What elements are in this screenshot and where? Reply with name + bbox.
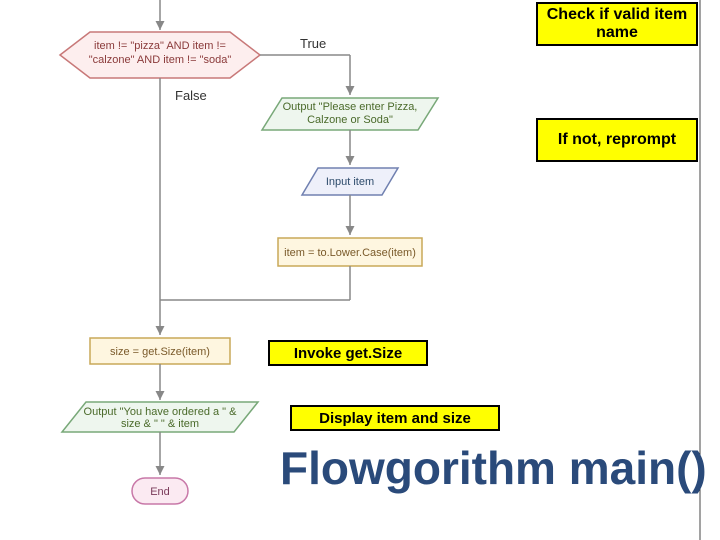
output-order-text-line1: Output "You have ordered a " & xyxy=(84,406,238,418)
output-prompt-text-line2: Calzone or Soda" xyxy=(307,114,393,126)
assign-size-text: size = get.Size(item) xyxy=(110,346,210,358)
decision-text-line2: "calzone" AND item != "soda" xyxy=(89,54,232,66)
callout-invoke: Invoke get.Size xyxy=(268,340,428,366)
decision-text-line1: item != "pizza" AND item != xyxy=(94,40,226,52)
callout-check: Check if valid item name xyxy=(536,2,698,46)
callout-display: Display item and size xyxy=(290,405,500,431)
page-title: Flowgorithm main() xyxy=(280,445,707,491)
true-label: True xyxy=(300,36,326,51)
input-text: Input item xyxy=(326,176,374,188)
callout-reprompt: If not, reprompt xyxy=(536,118,698,162)
false-label: False xyxy=(175,88,207,103)
output-prompt-text-line1: Output "Please enter Pizza, xyxy=(283,101,418,113)
lowercase-text: item = to.Lower.Case(item) xyxy=(284,247,416,259)
end-text: End xyxy=(150,486,170,498)
output-order-text-line2: size & " " & item xyxy=(121,418,199,430)
